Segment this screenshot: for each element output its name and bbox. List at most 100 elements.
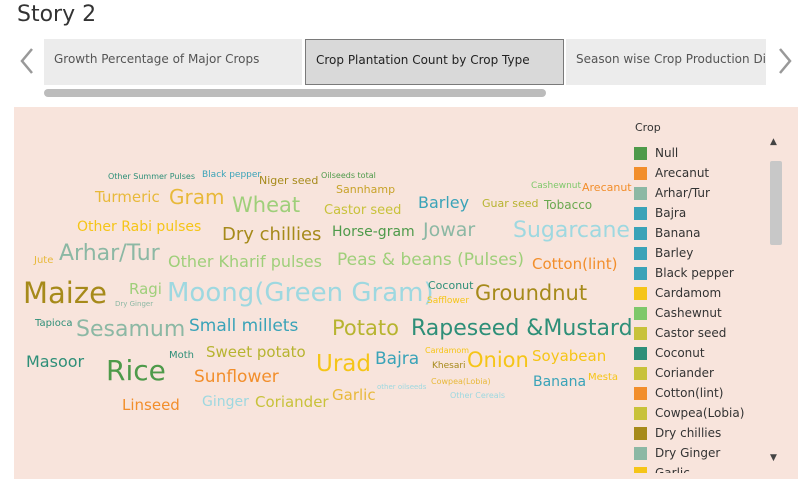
word-cloud-word[interactable]: Rice (106, 357, 166, 385)
scroll-down-icon[interactable]: ▼ (770, 453, 777, 463)
word-cloud-word[interactable]: Niger seed (259, 175, 318, 186)
legend-item[interactable]: Banana (634, 223, 764, 243)
word-cloud-word[interactable]: Sweet potato (206, 345, 306, 360)
word-cloud-word[interactable]: Sannhamp (336, 184, 395, 195)
legend: Crop Null Arecanut Arhar/Tur Bajra Banana Bar… (634, 115, 798, 473)
legend-item[interactable]: Coconut (634, 343, 764, 363)
word-cloud-word[interactable]: Maize (23, 279, 107, 308)
scroll-up-icon[interactable]: ▲ (770, 137, 777, 147)
story-point-tab[interactable]: Growth Percentage of Major Crops (44, 39, 302, 85)
word-cloud-word[interactable]: Horse-gram (332, 225, 415, 239)
story-point-tab[interactable]: Season wise Crop Production Distribution (566, 39, 766, 85)
legend-item[interactable]: Null (634, 143, 764, 163)
word-cloud-word[interactable]: Moth (169, 351, 194, 361)
word-cloud-word[interactable]: Guar seed (482, 198, 539, 209)
word-cloud-word[interactable]: Arecanut (582, 182, 632, 193)
word-cloud-word[interactable]: Wheat (232, 195, 300, 216)
legend-item[interactable]: Arecanut (634, 163, 764, 183)
legend-swatch (634, 346, 647, 360)
word-cloud-word[interactable]: Groundnut (475, 283, 587, 304)
word-cloud-word[interactable]: Cowpea(Lobia) (431, 378, 491, 386)
word-cloud-word[interactable]: Arhar/Tur (59, 243, 160, 265)
legend-label: Banana (655, 226, 701, 240)
legend-swatch (634, 406, 647, 420)
legend-item[interactable]: Garlic (634, 463, 764, 473)
word-cloud-word[interactable]: Peas & beans (Pulses) (337, 252, 524, 269)
legend-item[interactable]: Black pepper (634, 263, 764, 283)
legend-item[interactable]: Barley (634, 243, 764, 263)
word-cloud-word[interactable]: Mesta (588, 373, 618, 383)
legend-item[interactable]: Arhar/Tur (634, 183, 764, 203)
word-cloud-word[interactable]: Gram (169, 187, 224, 207)
word-cloud-word[interactable]: Barley (418, 195, 469, 211)
word-cloud-word[interactable]: Linseed (122, 398, 180, 413)
story-navigator-scrollbar[interactable] (44, 89, 766, 97)
word-cloud-word[interactable]: Rapeseed &Mustard (411, 318, 633, 340)
word-cloud-word[interactable]: Dry chillies (222, 226, 321, 244)
word-cloud-word[interactable]: Jute (34, 256, 53, 266)
word-cloud-word[interactable]: Cotton(lint) (532, 257, 618, 272)
word-cloud-word[interactable]: Other Summer Pulses (108, 173, 195, 181)
legend-item[interactable]: Cotton(lint) (634, 383, 764, 403)
word-cloud-word[interactable]: Tobacco (544, 199, 592, 211)
legend-swatch (634, 466, 647, 473)
word-cloud-word[interactable]: Dry Ginger (115, 301, 153, 308)
word-cloud-word[interactable]: Garlic (332, 388, 376, 403)
legend-label: Coriander (655, 366, 714, 380)
legend-item[interactable]: Coriander (634, 363, 764, 383)
word-cloud-word[interactable]: Potato (332, 318, 399, 339)
legend-item[interactable]: Dry chillies (634, 423, 764, 443)
word-cloud-word[interactable]: Black pepper (202, 171, 261, 180)
word-cloud-word[interactable]: Other Rabi pulses (77, 220, 201, 234)
word-cloud-word[interactable]: Turmeric (95, 190, 160, 205)
previous-story-point-button[interactable] (18, 46, 36, 76)
word-cloud-word[interactable]: Ginger (202, 395, 249, 409)
word-cloud-word[interactable]: Moong(Green Gram) (167, 280, 434, 306)
word-cloud-word[interactable]: Khesari (432, 362, 466, 371)
word-cloud-word[interactable]: Oilseeds total (321, 172, 376, 180)
word-cloud-word[interactable]: Castor seed (324, 204, 401, 217)
legend-label: Dry Ginger (655, 446, 721, 460)
legend-label: Cardamom (655, 286, 722, 300)
word-cloud-word[interactable]: Cardamom (425, 347, 469, 355)
legend-swatch (634, 286, 647, 300)
legend-swatch (634, 246, 647, 260)
legend-item[interactable]: Cowpea(Lobia) (634, 403, 764, 423)
word-cloud-word[interactable]: Safflower (427, 297, 469, 306)
legend-label: Black pepper (655, 266, 734, 280)
legend-label: Bajra (655, 206, 687, 220)
legend-item[interactable]: Dry Ginger (634, 443, 764, 463)
word-cloud-word[interactable]: Onion (467, 350, 529, 371)
legend-label: Dry chillies (655, 426, 722, 440)
word-cloud-word[interactable]: Coriander (255, 395, 329, 410)
legend-scrollbar[interactable]: ▲ ▼ (768, 137, 782, 471)
word-cloud-word[interactable]: Masoor (26, 354, 84, 370)
legend-item[interactable]: Castor seed (634, 323, 764, 343)
word-cloud-word[interactable]: Jowar (423, 221, 475, 240)
word-cloud-word[interactable]: Sunflower (194, 369, 279, 386)
word-cloud-word[interactable]: Bajra (375, 351, 419, 368)
legend-swatch (634, 306, 647, 320)
word-cloud-word[interactable]: Tapioca (35, 319, 72, 329)
legend-item[interactable]: Cashewnut (634, 303, 764, 323)
word-cloud-word[interactable]: Sesamum (76, 319, 185, 341)
word-cloud-word[interactable]: Other Cereals (450, 392, 505, 400)
word-cloud-word[interactable]: Soyabean (532, 349, 606, 364)
word-cloud-word[interactable]: Urad (316, 353, 371, 376)
legend-swatch (634, 226, 647, 240)
word-cloud-word[interactable]: Sugarcane (513, 220, 630, 242)
word-cloud-word[interactable]: Other Kharif pulses (168, 254, 322, 270)
word-cloud-word[interactable]: Ragi (129, 282, 162, 297)
legend-scrollbar-thumb[interactable] (770, 161, 782, 245)
word-cloud-word[interactable]: Banana (533, 375, 586, 389)
legend-item[interactable]: Bajra (634, 203, 764, 223)
word-cloud-word[interactable]: Small millets (189, 318, 298, 335)
word-cloud-word[interactable]: Cashewnut (531, 182, 581, 191)
legend-item[interactable]: Cardamom (634, 283, 764, 303)
word-cloud-word[interactable]: other oilseeds (377, 384, 426, 391)
legend-label: Arhar/Tur (655, 186, 710, 200)
next-story-point-button[interactable] (776, 46, 794, 76)
scrollbar-thumb[interactable] (44, 89, 546, 97)
word-cloud-word[interactable]: Coconut (428, 280, 473, 291)
story-point-tab-active[interactable]: Crop Plantation Count by Crop Type (305, 39, 564, 85)
